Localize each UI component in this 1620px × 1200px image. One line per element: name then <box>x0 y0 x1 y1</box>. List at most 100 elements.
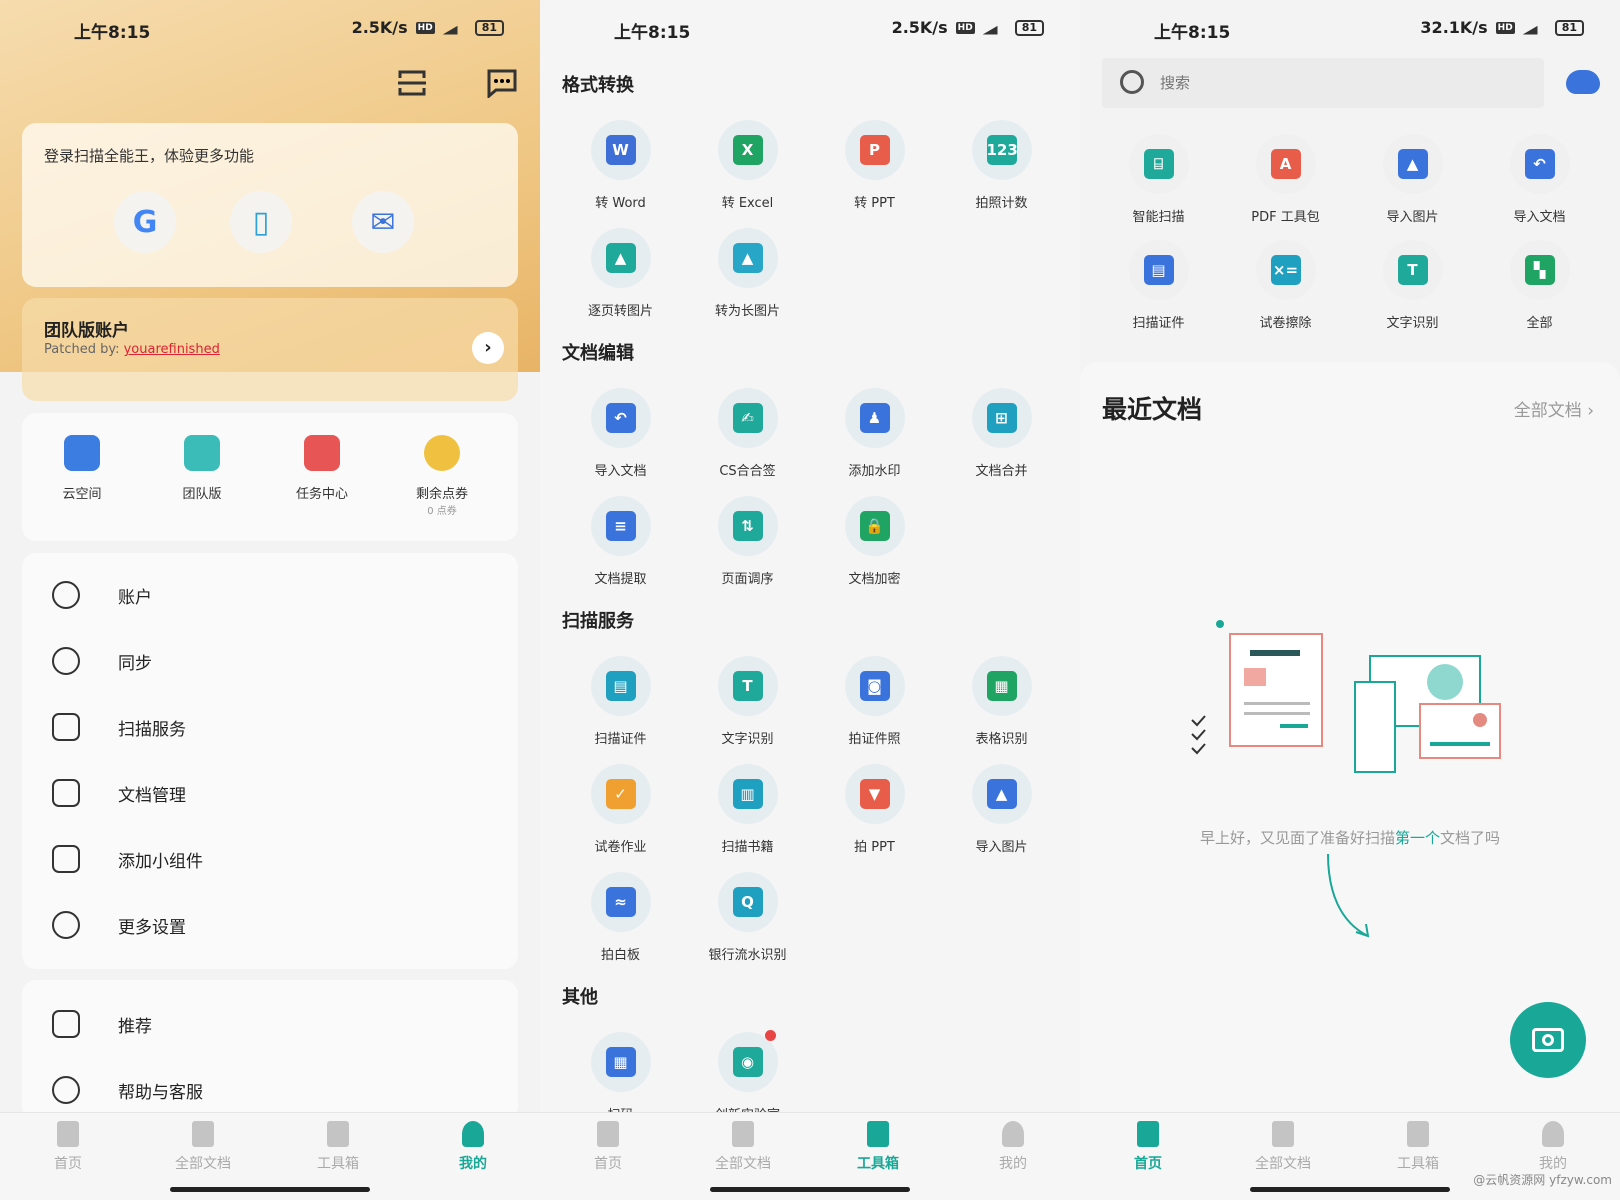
tool-label: PDF 工具包 <box>1251 210 1320 225</box>
tool-item[interactable]: ↶ 导入文档 <box>557 374 684 482</box>
menu-item[interactable]: 添加小组件 <box>52 839 203 879</box>
team-account-card[interactable]: 团队版账户 Patched by: youarefinished › <box>22 298 518 401</box>
tool-icon: ▚ <box>1524 255 1555 285</box>
camera-button[interactable] <box>1510 1002 1586 1078</box>
quick-item[interactable]: 任务中心 <box>272 435 372 502</box>
menu-item[interactable]: 同步 <box>52 641 152 681</box>
nav-label: 全部文档 <box>715 1156 771 1172</box>
tool-item[interactable]: W 转 Word <box>557 106 684 214</box>
email-login-button[interactable]: ✉ <box>352 191 414 253</box>
home-tools: ⌸ 智能扫描 A PDF 工具包 ▲ 导入图片 ↶ 导入文档 ▤ 扫描证件 ×= 试卷擦除 T 文字识别 ▚… <box>1095 130 1615 342</box>
menu-item-label: 帮助与客服 <box>118 1082 203 1103</box>
tool-icon-circle: ▤ <box>1128 240 1189 300</box>
tool-item[interactable]: ▦扫码 <box>557 1018 684 1126</box>
home-indicator <box>1250 1187 1450 1192</box>
tool-item[interactable]: 🔒 文档加密 <box>811 482 938 590</box>
patched-user-link[interactable]: youarefinished <box>124 342 220 357</box>
tool-item[interactable]: ✓ 试卷作业 <box>557 750 684 858</box>
tool-item[interactable]: T 文字识别 <box>684 642 811 750</box>
message-icon[interactable] <box>486 68 518 98</box>
nav-item[interactable]: 工具箱 <box>298 1121 378 1173</box>
quick-item[interactable]: 团队版 <box>152 435 252 502</box>
menu-item[interactable]: 更多设置 <box>52 905 186 945</box>
menu-item-label: 推荐 <box>118 1016 152 1037</box>
tool-icon: ▼ <box>859 779 890 809</box>
menu-item[interactable]: 扫描服务 <box>52 707 186 747</box>
nav-item[interactable]: 首页 <box>1108 1121 1188 1173</box>
search-input[interactable] <box>1160 58 1520 108</box>
nav-item[interactable]: 工具箱 <box>1378 1121 1458 1173</box>
chevron-right-icon[interactable]: › <box>472 332 504 364</box>
menu-item[interactable]: 文档管理 <box>52 773 186 813</box>
tool-label: 智能扫描 <box>1132 210 1185 225</box>
tool-item[interactable]: ×= 试卷擦除 <box>1222 236 1349 342</box>
tool-item[interactable]: ▲ 导入图片 <box>1349 130 1476 236</box>
tool-icon: ▲ <box>732 243 763 273</box>
tool-item[interactable]: ▤ 扫描证件 <box>557 642 684 750</box>
tool-item[interactable]: ⇅ 页面调序 <box>684 482 811 590</box>
nav-item[interactable]: 全部文档 <box>1243 1121 1323 1173</box>
scan-icon[interactable] <box>396 68 428 98</box>
tool-item[interactable]: ◙ 拍证件照 <box>811 642 938 750</box>
nav-item[interactable]: 全部文档 <box>163 1121 243 1173</box>
nav-item[interactable]: 首页 <box>568 1121 648 1173</box>
hd-icon: HD <box>955 21 975 34</box>
phone-login-button[interactable]: ▯ <box>230 191 292 253</box>
tool-label: 添加水印 <box>848 464 901 479</box>
tool-item[interactable]: ⊞ 文档合并 <box>938 374 1065 482</box>
all-documents-link[interactable]: 全部文档 › <box>1514 396 1594 421</box>
quick-item[interactable]: 云空间 <box>32 435 132 502</box>
menu-item[interactable]: 账户 <box>52 575 152 615</box>
tool-icon-circle: ▲ <box>971 764 1032 824</box>
tool-icon-circle: ↶ <box>1509 134 1570 194</box>
tool-item[interactable]: ≡ 文档提取 <box>557 482 684 590</box>
tool-label: 试卷擦除 <box>1259 316 1312 331</box>
tool-icon: 123 <box>986 135 1018 165</box>
tool-item[interactable]: P 转 PPT <box>811 106 938 214</box>
tool-item[interactable]: ▤ 扫描证件 <box>1095 236 1222 342</box>
team-title: 团队版账户 <box>44 321 129 341</box>
tool-icon-circle: ▲ <box>1382 134 1443 194</box>
tool-label: 银行流水识别 <box>708 948 787 963</box>
nav-item[interactable]: 我的 <box>433 1121 513 1173</box>
nav-item[interactable]: 全部文档 <box>703 1121 783 1173</box>
tool-icon: ▦ <box>986 671 1017 701</box>
menu-item-label: 文档管理 <box>118 785 186 806</box>
tool-grid: ▤ 扫描证件 T 文字识别 ◙ 拍证件照 ▦ 表格识别 ✓ 试卷作业 ▥ 扫描书籍 ▼ 拍 PPT ▲ 导入图… <box>540 642 1080 966</box>
nav-item[interactable]: 我的 <box>973 1121 1053 1173</box>
tool-icon: A <box>1270 149 1301 179</box>
tool-item[interactable]: T 文字识别 <box>1349 236 1476 342</box>
quick-item[interactable]: 剩余点券 0 点券 <box>392 435 492 517</box>
arrow-illustration <box>1327 853 1370 938</box>
search-bar[interactable] <box>1102 58 1544 108</box>
menu-item[interactable]: 推荐 <box>52 1004 152 1044</box>
tool-item[interactable]: ♟ 添加水印 <box>811 374 938 482</box>
nav-item[interactable]: 首页 <box>28 1121 108 1173</box>
tool-item[interactable]: ▦ 表格识别 <box>938 642 1065 750</box>
tool-item[interactable]: ▲ 导入图片 <box>938 750 1065 858</box>
coupon-icon <box>424 435 460 471</box>
tool-item[interactable]: 123 拍照计数 <box>938 106 1065 214</box>
nav-item[interactable]: 我的 <box>1513 1121 1593 1173</box>
bottom-nav: 首页 全部文档 工具箱 我的 <box>540 1112 1080 1200</box>
quick-item-label: 任务中心 <box>295 487 348 502</box>
tool-item[interactable]: ◉创新实验室 <box>684 1018 811 1126</box>
tool-item[interactable]: Q 银行流水识别 <box>684 858 811 966</box>
tool-item[interactable]: ▼ 拍 PPT <box>811 750 938 858</box>
menu-item[interactable]: 帮助与客服 <box>52 1070 203 1110</box>
tool-item[interactable]: ▲ 逐页转图片 <box>557 214 684 322</box>
tool-item[interactable]: ▲ 转为长图片 <box>684 214 811 322</box>
tool-item[interactable]: X 转 Excel <box>684 106 811 214</box>
tool-icon-circle: Q <box>717 872 778 932</box>
tool-item[interactable]: ⌸ 智能扫描 <box>1095 130 1222 236</box>
tool-item[interactable]: ▥ 扫描书籍 <box>684 750 811 858</box>
cloud-icon[interactable] <box>1566 70 1600 94</box>
tool-item[interactable]: ≈ 拍白板 <box>557 858 684 966</box>
tool-item[interactable]: ↶ 导入文档 <box>1476 130 1603 236</box>
tool-label: 转 Word <box>595 196 646 211</box>
nav-item[interactable]: 工具箱 <box>838 1121 918 1173</box>
tool-item[interactable]: ▚ 全部 <box>1476 236 1603 342</box>
tool-item[interactable]: ✍ CS合合签 <box>684 374 811 482</box>
google-login-button[interactable]: G <box>114 191 176 253</box>
tool-item[interactable]: A PDF 工具包 <box>1222 130 1349 236</box>
